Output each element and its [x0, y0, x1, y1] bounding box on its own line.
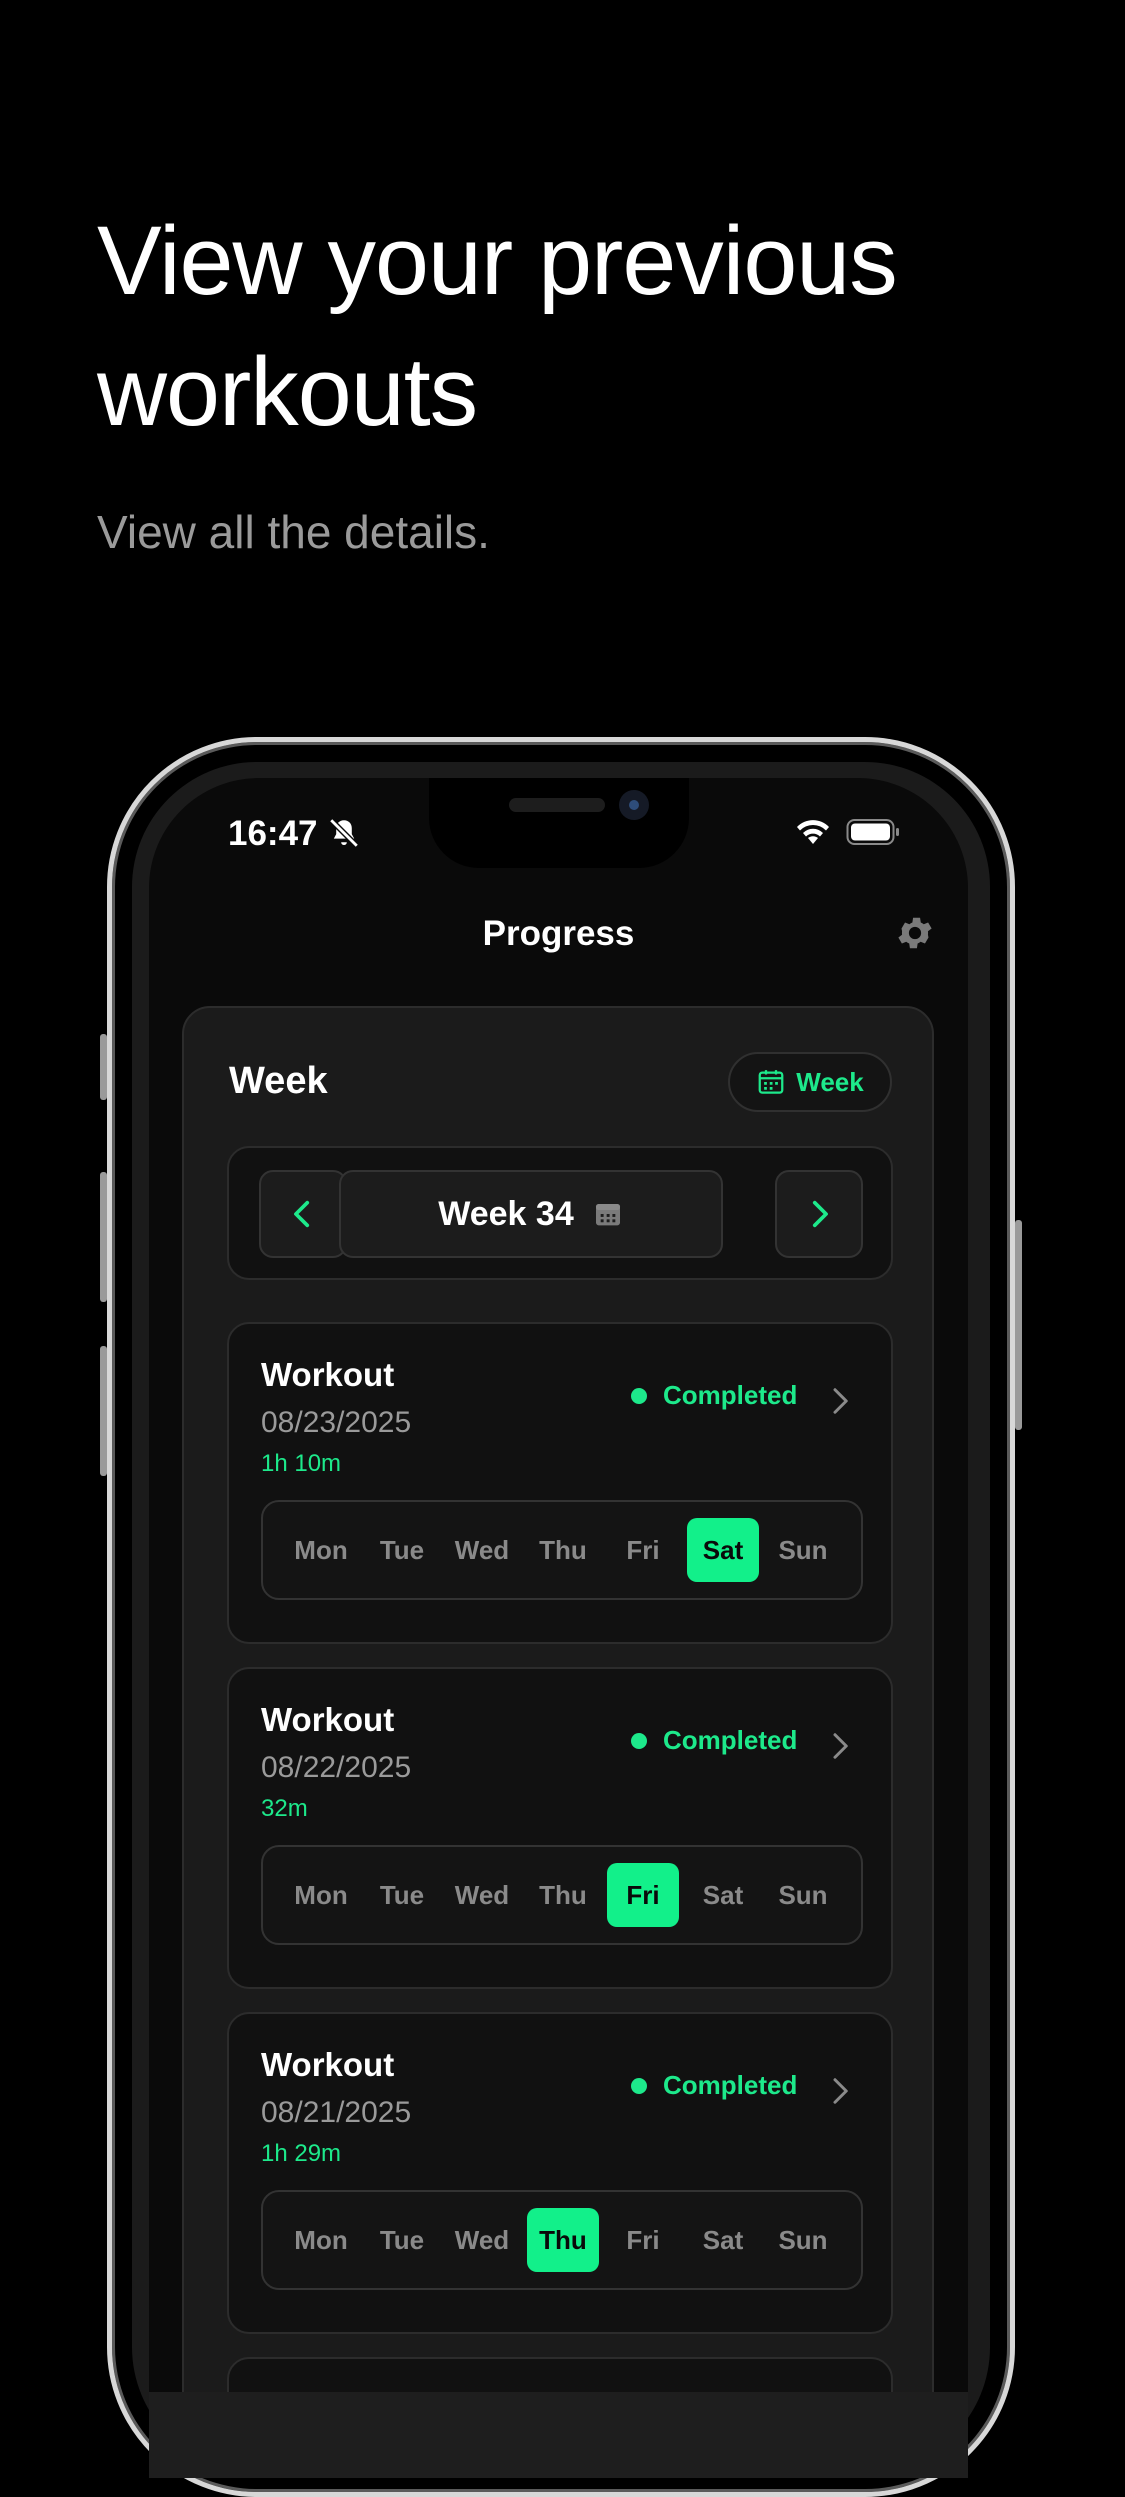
workout-title: Workout	[261, 1356, 395, 1393]
battery-icon	[846, 819, 899, 845]
day-sat: Sat	[702, 1879, 744, 1910]
workout-title: Workout	[261, 2046, 395, 2083]
day-sun: Sun	[778, 1534, 828, 1565]
week-navigator: Week 34	[227, 1146, 893, 1280]
workout-date: 08/21/2025	[261, 2096, 412, 2129]
week-card-title: Week	[229, 1060, 328, 1102]
week-selector-label: Week 34	[438, 1194, 574, 1233]
chevron-left-icon	[294, 1200, 310, 1228]
day-tue: Tue	[379, 1879, 425, 1910]
status-badge: Completed	[631, 1380, 797, 1411]
chevron-right-icon	[833, 1733, 848, 1759]
page-title: Progress	[482, 914, 635, 953]
day-sat: Sat	[687, 1518, 759, 1582]
day-sun: Sun	[778, 1879, 828, 1910]
workout-duration: 1h 10m	[261, 1450, 342, 1477]
day-thu: Thu	[539, 1879, 587, 1910]
day-tue: Tue	[379, 2224, 425, 2255]
day-fri: Fri	[607, 1863, 679, 1927]
workout-card[interactable]: Workout 08/22/2025 32m Completed Mon Tue…	[227, 1667, 893, 1989]
wifi-icon	[797, 820, 829, 844]
phone-side-button	[100, 1172, 107, 1302]
status-time: 16:47	[228, 814, 318, 853]
bell-muted-icon	[329, 818, 359, 848]
phone-side-button	[100, 1034, 107, 1100]
status-badge: Completed	[631, 2070, 797, 2101]
day-sun: Sun	[778, 2224, 828, 2255]
status-badge: Completed	[631, 1725, 797, 1756]
workout-card[interactable]: Workout 08/21/2025 1h 29m Completed Mon …	[227, 2012, 893, 2334]
day-thu: Thu	[539, 1534, 587, 1565]
camera-icon	[619, 790, 649, 820]
week-selector[interactable]: Week 34	[339, 1170, 723, 1258]
period-toggle-button[interactable]: Week	[728, 1052, 892, 1112]
workout-duration: 32m	[261, 1795, 308, 1822]
day-mon: Mon	[294, 1879, 348, 1910]
workout-title: Workout	[261, 1701, 395, 1738]
status-label: Completed	[663, 1380, 798, 1410]
hero-subline: View all the details.	[97, 506, 490, 558]
day-thu: Thu	[527, 2208, 599, 2272]
status-dot-icon	[631, 1732, 647, 1749]
weekday-strip: Mon Tue Wed Thu Fri Sat Sun	[261, 2190, 863, 2290]
tab-bar	[149, 2392, 968, 2478]
phone-side-button	[100, 1346, 107, 1476]
hero-headline: View your previous workouts	[97, 206, 898, 446]
period-toggle-label: Week	[796, 1066, 864, 1097]
phone-screen: 16:47 Progress Week Week Week 34 Workout…	[149, 778, 968, 2478]
notch	[429, 778, 689, 868]
day-mon: Mon	[294, 1534, 348, 1565]
status-label: Completed	[663, 1725, 798, 1755]
day-fri: Fri	[626, 1534, 660, 1565]
workout-date: 08/23/2025	[261, 1406, 412, 1439]
next-week-button[interactable]	[775, 1170, 863, 1258]
status-label: Completed	[663, 2070, 798, 2100]
day-tue: Tue	[379, 1534, 425, 1565]
day-wed: Wed	[454, 2224, 510, 2255]
workout-date: 08/22/2025	[261, 1751, 412, 1784]
chevron-right-icon	[812, 1200, 828, 1228]
day-sat: Sat	[702, 2224, 744, 2255]
status-dot-icon	[631, 2077, 647, 2094]
calendar-icon	[595, 1204, 620, 1226]
previous-week-button[interactable]	[259, 1170, 347, 1258]
weekday-strip: Mon Tue Wed Thu Fri Sat Sun	[261, 1845, 863, 1945]
status-dot-icon	[631, 1387, 647, 1404]
chevron-right-icon	[833, 2078, 848, 2104]
day-wed: Wed	[454, 1534, 510, 1565]
speaker-grille	[509, 798, 605, 812]
day-fri: Fri	[626, 2224, 660, 2255]
day-mon: Mon	[294, 2224, 348, 2255]
weekday-strip: Mon Tue Wed Thu Fri Sat Sun	[261, 1500, 863, 1600]
day-wed: Wed	[454, 1879, 510, 1910]
workout-duration: 1h 29m	[261, 2140, 342, 2167]
workout-card[interactable]: Workout 08/23/2025 1h 10m Completed Mon …	[227, 1322, 893, 1644]
gear-icon[interactable]	[894, 912, 936, 954]
chevron-right-icon	[833, 1388, 848, 1414]
phone-side-button	[1015, 1220, 1022, 1430]
calendar-icon	[758, 1070, 784, 1094]
week-card: Week Week Week 34 Workout 08/23/2025 1h …	[182, 1006, 934, 2478]
